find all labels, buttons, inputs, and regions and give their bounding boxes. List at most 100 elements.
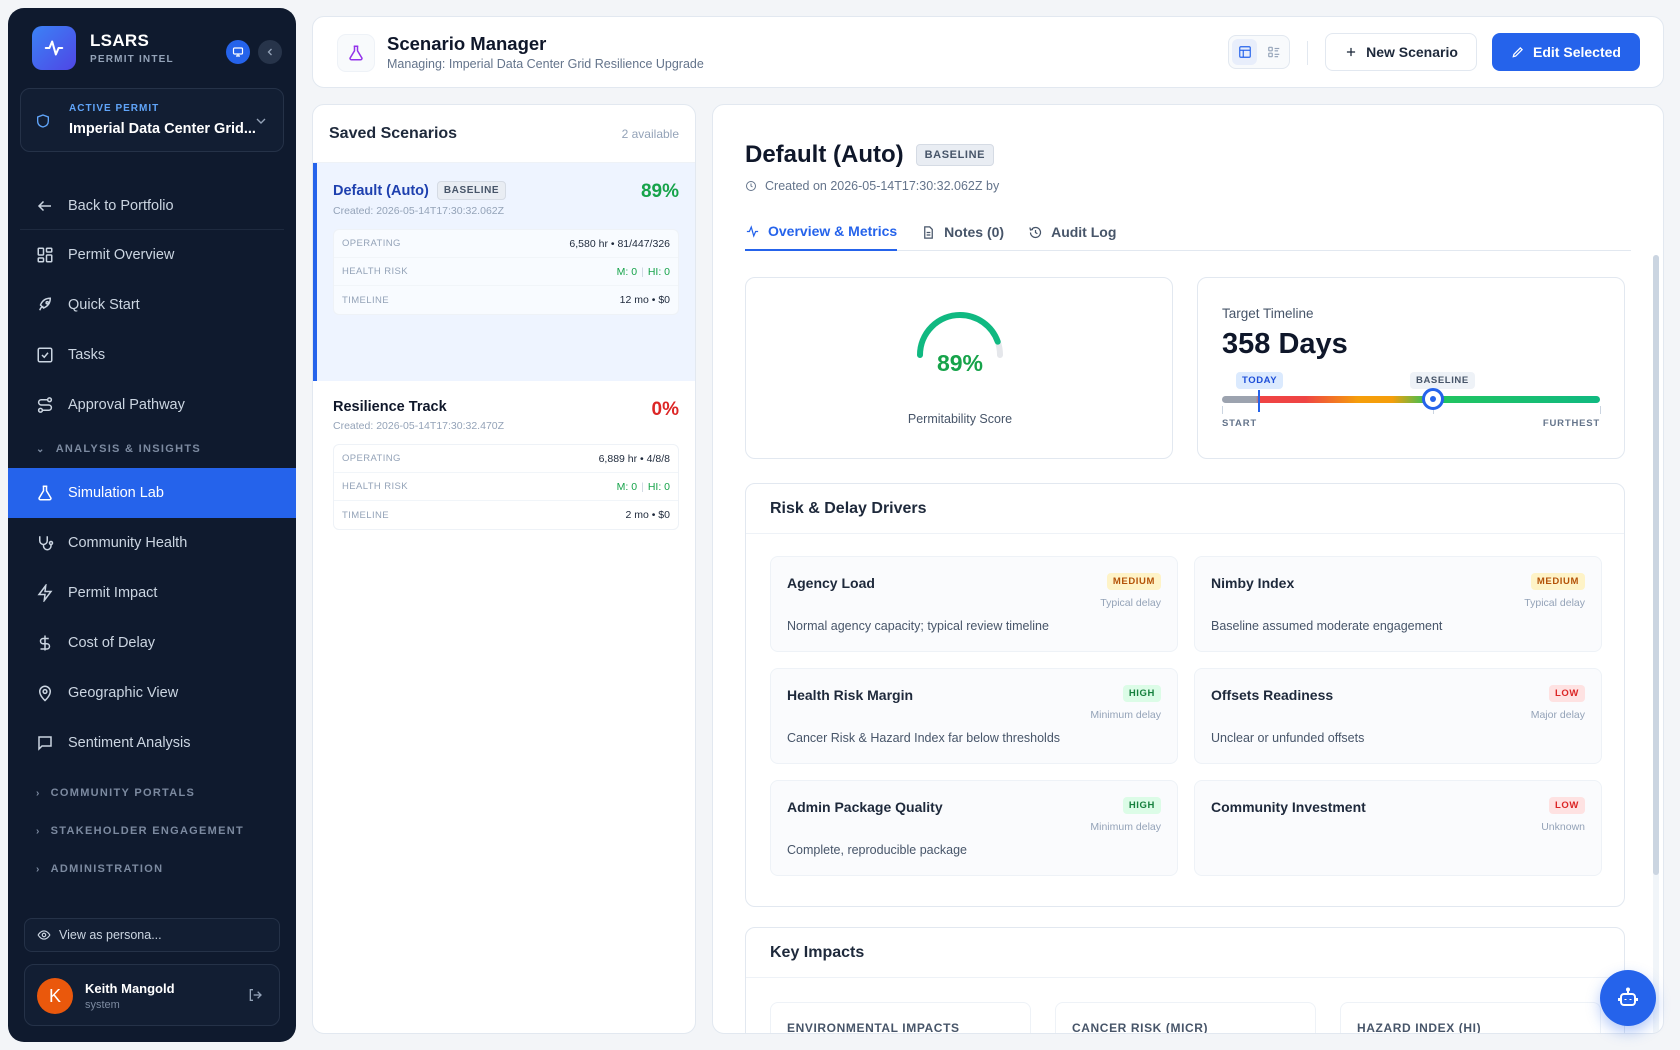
- risk-level-badge: MEDIUM: [1106, 573, 1161, 590]
- metric-label: HEALTH RISK: [342, 266, 408, 277]
- detail-title: Default (Auto): [745, 141, 904, 168]
- sidebar-item-label: Permit Overview: [68, 247, 175, 263]
- risk-item-agency-load: Agency Load MEDIUM Typical delay Normal …: [770, 556, 1178, 652]
- brand[interactable]: LSARS PERMIT INTEL: [32, 26, 174, 70]
- dollar-icon: [39, 635, 51, 651]
- today-tag: TODAY: [1236, 372, 1284, 389]
- edit-selected-button[interactable]: Edit Selected: [1492, 33, 1640, 71]
- risk-level-badge: MEDIUM: [1530, 573, 1585, 590]
- baseline-badge: BASELINE: [436, 181, 507, 200]
- layout-view-button[interactable]: [1232, 39, 1257, 65]
- saved-scenarios-title: Saved Scenarios: [329, 124, 458, 142]
- user-role: system: [85, 999, 120, 1011]
- back-to-portfolio-link[interactable]: Back to Portfolio: [20, 182, 284, 230]
- metric-health-m: M: 0: [616, 480, 638, 493]
- section-label: ANALYSIS & INSIGHTS: [55, 443, 202, 455]
- sidebar-item-label: Simulation Lab: [68, 485, 164, 501]
- edit-selected-label: Edit Selected: [1533, 44, 1621, 60]
- sidebar-item-approval-pathway[interactable]: Approval Pathway: [8, 380, 296, 430]
- persona-label: View as persona...: [59, 928, 162, 942]
- risk-title: Risk & Delay Drivers: [746, 484, 1624, 534]
- risk-level-badge: HIGH: [1122, 797, 1161, 814]
- lightning-icon: [37, 584, 53, 602]
- metric-timeline: 12 mo • $0: [619, 294, 670, 306]
- user-card: K Keith Mangold system: [24, 964, 280, 1026]
- sidebar-item-community-health[interactable]: Community Health: [8, 518, 296, 568]
- risk-level-badge: LOW: [1549, 685, 1585, 702]
- sidebar-item-label: Sentiment Analysis: [68, 735, 191, 751]
- pencil-icon: [1512, 47, 1524, 58]
- metric-health-hi: HI: 0: [647, 480, 670, 493]
- section-community-portals[interactable]: › COMMUNITY PORTALS: [8, 774, 296, 812]
- route-icon: [37, 397, 53, 413]
- section-analysis-insights[interactable]: ⌄ ANALYSIS & INSIGHTS: [8, 430, 296, 468]
- pulse-logo-icon: [32, 26, 76, 70]
- sidebar-item-simulation-lab[interactable]: Simulation Lab: [8, 468, 296, 518]
- risk-level-badge: HIGH: [1122, 685, 1161, 702]
- metric-timeline: 2 mo • $0: [625, 509, 670, 521]
- score-value: 89%: [936, 350, 984, 376]
- sidebar-item-label: Approval Pathway: [68, 397, 185, 413]
- section-stakeholder-engagement[interactable]: › STAKEHOLDER ENGAGEMENT: [8, 812, 296, 850]
- detail-tabs: Overview & Metrics Notes (0) Audit Log: [745, 213, 1631, 251]
- risk-impact: Typical delay: [1524, 597, 1585, 609]
- list-view-button[interactable]: [1261, 39, 1286, 65]
- risk-item-community-investment: Community Investment LOW Unknown: [1194, 780, 1602, 876]
- section-label: COMMUNITY PORTALS: [50, 787, 196, 799]
- tab-notes[interactable]: Notes (0): [921, 213, 1004, 251]
- metric-health-risk: M: 0 | HI: 0: [616, 265, 670, 278]
- tab-audit-log[interactable]: Audit Log: [1028, 213, 1116, 251]
- timeline-start-label: START: [1222, 418, 1257, 429]
- tab-label: Notes (0): [944, 224, 1005, 240]
- logout-icon[interactable]: [247, 987, 263, 1003]
- sidebar-item-tasks[interactable]: Tasks: [8, 330, 296, 380]
- risk-item-health-risk-margin: Health Risk Margin HIGH Minimum delay Ca…: [770, 668, 1178, 764]
- brand-subtitle: PERMIT INTEL: [90, 54, 174, 65]
- timeline-label: Target Timeline: [1222, 306, 1314, 321]
- baseline-tag: BASELINE: [1410, 372, 1475, 389]
- view-toggle: [1228, 35, 1290, 69]
- view-as-persona-button[interactable]: View as persona...: [24, 918, 280, 952]
- collapse-sidebar-button[interactable]: [258, 40, 282, 64]
- assistant-bot-button[interactable]: [1600, 970, 1656, 1026]
- active-permit-selector[interactable]: ACTIVE PERMIT Imperial Data Center Grid.…: [20, 88, 284, 152]
- timeline-bar: [1222, 396, 1600, 403]
- sidebar-item-permit-impact[interactable]: Permit Impact: [8, 568, 296, 618]
- stethoscope-icon: [39, 536, 54, 551]
- history-icon: [1029, 226, 1042, 238]
- detail-scrollbar[interactable]: [1653, 255, 1659, 1033]
- chevron-left-icon: [267, 48, 272, 56]
- risk-name: Offsets Readiness: [1211, 687, 1334, 703]
- new-scenario-button[interactable]: New Scenario: [1325, 33, 1477, 71]
- scenario-score: 89%: [640, 181, 679, 202]
- chat-icon: [38, 736, 52, 751]
- sidebar-item-permit-overview[interactable]: Permit Overview: [8, 230, 296, 280]
- scenario-metrics: OPERATING 6,889 hr • 4/8/8 HEALTH RISK M…: [333, 444, 679, 530]
- grid-icon: [37, 247, 53, 263]
- metric-label: OPERATING: [342, 238, 401, 249]
- list-icon: [1267, 46, 1279, 58]
- presentation-button[interactable]: [226, 40, 250, 64]
- sidebar-item-sentiment-analysis[interactable]: Sentiment Analysis: [8, 718, 296, 768]
- chevron-down-icon: ⌄: [36, 443, 46, 455]
- robot-icon: [1618, 987, 1638, 1006]
- risk-description: Unclear or unfunded offsets: [1211, 731, 1365, 745]
- sidebar-item-cost-of-delay[interactable]: Cost of Delay: [8, 618, 296, 668]
- arrow-left-icon: [37, 200, 51, 211]
- section-administration[interactable]: › ADMINISTRATION: [8, 850, 296, 888]
- tab-overview-metrics[interactable]: Overview & Metrics: [745, 213, 898, 251]
- sidebar: LSARS PERMIT INTEL ACTIVE PERMIT Imperia…: [8, 8, 296, 1042]
- saved-scenarios-count: 2 available: [621, 126, 679, 141]
- metric-operating: 6,580 hr • 81/447/326: [569, 237, 670, 250]
- baseline-slider-handle[interactable]: [1422, 388, 1444, 410]
- metric-health-m: M: 0: [616, 265, 638, 278]
- scenario-card-resilience[interactable]: Resilience Track Created: 2026-05-14T17:…: [313, 381, 695, 601]
- active-permit-name: Imperial Data Center Grid...: [69, 121, 256, 137]
- sidebar-item-geographic-view[interactable]: Geographic View: [8, 668, 296, 718]
- scenario-card-default[interactable]: Default (Auto) BASELINE Created: 2026-05…: [313, 163, 695, 381]
- sidebar-item-label: Permit Impact: [68, 585, 158, 601]
- baseline-badge: BASELINE: [915, 144, 995, 166]
- shield-icon: [37, 114, 49, 128]
- sidebar-item-quick-start[interactable]: Quick Start: [8, 280, 296, 330]
- risk-item-offsets-readiness: Offsets Readiness LOW Major delay Unclea…: [1194, 668, 1602, 764]
